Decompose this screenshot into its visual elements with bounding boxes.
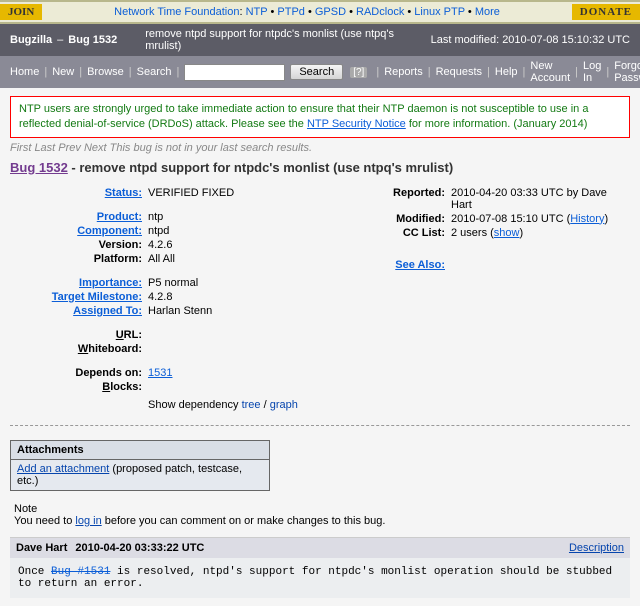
security-notice-link[interactable]: NTP Security Notice <box>307 118 406 130</box>
bug-title-link[interactable]: Bug 1532 <box>10 160 68 175</box>
label-blocks: Blocks: <box>10 381 148 393</box>
val-component: ntpd <box>148 225 340 237</box>
label-url: URL: <box>10 329 148 341</box>
dep-graph-link[interactable]: graph <box>270 399 298 411</box>
label-whiteboard: Whiteboard: <box>10 343 148 355</box>
depends-link[interactable]: 1531 <box>148 367 172 379</box>
ntf-link[interactable]: Network Time Foundation <box>114 6 239 18</box>
attachments-body: Add an attachment (proposed patch, testc… <box>11 460 269 490</box>
label-depends: Depends on: <box>10 367 148 379</box>
label-cc: CC List: <box>370 227 451 239</box>
val-importance: P5 normal <box>148 277 340 289</box>
cc-show-link[interactable]: show <box>494 227 520 239</box>
label-assigned[interactable]: Assigned To: <box>73 305 142 317</box>
label-modified: Modified: <box>370 213 451 225</box>
val-reported: 2010-04-20 03:33 UTC by Dave Hart <box>451 187 630 211</box>
comment-bug-link[interactable]: Bug #1531 <box>51 566 110 578</box>
nav-new[interactable]: New <box>52 66 74 78</box>
nav-help[interactable]: Help <box>495 66 518 78</box>
search-result-note: First Last Prev Next This bug is not in … <box>10 142 630 154</box>
history-link[interactable]: History <box>570 213 604 225</box>
top-link-more[interactable]: More <box>475 6 500 18</box>
top-link-gpsd[interactable]: GPSD <box>315 6 346 18</box>
top-link-ntp[interactable]: NTP <box>246 6 268 18</box>
top-link-ptpd[interactable]: PTPd <box>277 6 305 18</box>
note-heading: Note <box>14 503 630 515</box>
login-link[interactable]: log in <box>75 515 101 527</box>
nav-newaccount[interactable]: New Account <box>530 60 570 84</box>
donate-button[interactable]: DONATE <box>572 4 640 20</box>
label-component[interactable]: Component: <box>77 225 142 237</box>
comment-body: Once Bug #1531 is resolved, ntpd's suppo… <box>10 558 630 598</box>
nav-login[interactable]: Log In <box>583 60 601 84</box>
val-cc: 2 users (show) <box>451 227 630 239</box>
label-seealso[interactable]: See Also: <box>395 259 445 271</box>
security-notice: NTP users are strongly urged to take imm… <box>10 96 630 138</box>
val-assigned: Harlan Stenn <box>148 305 340 317</box>
label-importance[interactable]: Importance: <box>79 277 142 289</box>
show-dependency: Show dependency tree / graph <box>148 399 340 411</box>
fields-left: Status: VERIFIED FIXED Product: ntp Compon… <box>10 185 340 411</box>
bug-summary: remove ntpd support for ntpdc's monlist … <box>145 28 430 52</box>
header-sep: – <box>57 34 63 46</box>
comment-author: Dave Hart <box>16 542 67 554</box>
dep-tree-link[interactable]: tree <box>242 399 261 411</box>
nav-home[interactable]: Home <box>10 66 39 78</box>
nav-bar: Home| New| Browse| Search| Search [?]| R… <box>0 56 640 88</box>
nav-forgot[interactable]: Forgot Password <box>614 60 640 84</box>
val-milestone: 4.2.8 <box>148 291 340 303</box>
comment-desc-link[interactable]: Description <box>569 542 624 554</box>
label-version: Version: <box>10 239 148 251</box>
attachments-box: Attachments Add an attachment (proposed … <box>10 440 270 491</box>
nav-browse[interactable]: Browse <box>87 66 124 78</box>
label-status[interactable]: Status: <box>105 187 142 199</box>
page-header: Bugzilla – Bug 1532 remove ntpd support … <box>0 24 640 56</box>
top-link-linuxptp[interactable]: Linux PTP <box>414 6 465 18</box>
divider <box>10 425 630 426</box>
nav-search[interactable]: Search <box>137 66 172 78</box>
bug-id: Bug 1532 <box>68 34 117 46</box>
val-product: ntp <box>148 211 340 223</box>
comment-date: 2010-04-20 03:33:22 UTC <box>75 542 204 554</box>
bug-title: Bug 1532 - remove ntpd support for ntpdc… <box>10 160 630 175</box>
val-modified: 2010-07-08 15:10 UTC (History) <box>451 213 630 225</box>
attachments-header: Attachments <box>11 441 269 460</box>
label-platform: Platform: <box>10 253 148 265</box>
label-milestone[interactable]: Target Milestone: <box>52 291 142 303</box>
top-links: Network Time Foundation: NTP • PTPd • GP… <box>42 6 571 18</box>
nav-requests[interactable]: Requests <box>436 66 482 78</box>
comment-header: Dave Hart 2010-04-20 03:33:22 UTC Descri… <box>10 538 630 558</box>
val-version: 4.2.6 <box>148 239 340 251</box>
label-product[interactable]: Product: <box>97 211 142 223</box>
add-attachment-link[interactable]: Add an attachment <box>17 463 109 475</box>
note-box: Note You need to log in before you can c… <box>10 503 630 527</box>
join-button[interactable]: JOIN <box>0 4 42 20</box>
top-link-radclock[interactable]: RADclock <box>356 6 404 18</box>
search-input[interactable] <box>184 64 285 81</box>
nav-reports[interactable]: Reports <box>384 66 423 78</box>
last-modified: Last modified: 2010-07-08 15:10:32 UTC <box>431 34 630 46</box>
fields-right: Reported:2010-04-20 03:33 UTC by Dave Ha… <box>370 185 630 411</box>
label-reported: Reported: <box>370 187 451 211</box>
comment: Dave Hart 2010-04-20 03:33:22 UTC Descri… <box>10 537 630 598</box>
search-button[interactable]: Search <box>290 64 343 80</box>
val-status: VERIFIED FIXED <box>148 187 340 199</box>
help-icon[interactable]: [?] <box>350 67 367 78</box>
content: NTP users are strongly urged to take imm… <box>0 88 640 606</box>
top-bar: JOIN Network Time Foundation: NTP • PTPd… <box>0 0 640 24</box>
app-name: Bugzilla <box>10 34 52 46</box>
val-platform: All All <box>148 253 340 265</box>
